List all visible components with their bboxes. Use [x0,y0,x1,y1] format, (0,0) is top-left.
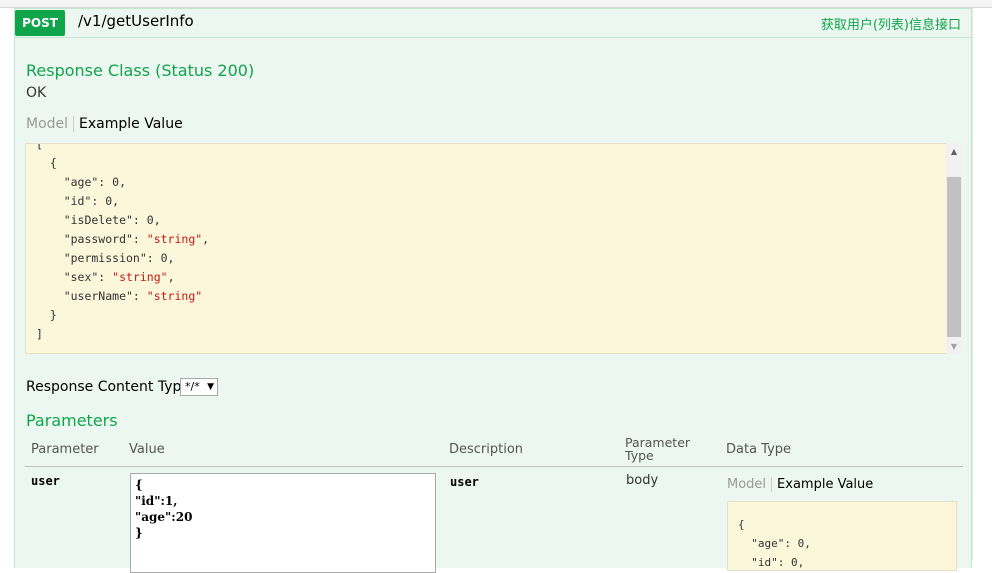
select-value: */* [185,380,200,393]
response-example-text: [ { "age": 0, "id": 0, "isDelete": 0, "p… [36,143,210,341]
scroll-thumb[interactable] [947,177,961,337]
data-type-example-text: { "age": 0, "id": 0, [738,518,811,569]
response-example-code: [ { "age": 0, "id": 0, "isDelete": 0, "p… [25,143,962,354]
chevron-down-icon: ▼ [207,382,214,392]
scroll-up-arrow-icon[interactable]: ▲ [946,143,962,159]
data-type-example-code[interactable]: { "age": 0, "id": 0, [727,501,957,571]
tab-model[interactable]: Model [727,477,773,492]
top-divider [0,0,992,8]
operation-header[interactable]: POST /v1/getUserInfo 获取用户(列表)信息接口 [15,9,971,38]
response-content-type-label: Response Content Type [26,379,190,395]
method-badge[interactable]: POST [15,10,65,36]
table-header-divider [25,466,963,467]
operation-summary[interactable]: 获取用户(列表)信息接口 [821,14,961,33]
col-header-data-type: Data Type [726,442,792,457]
col-header-value: Value [129,442,165,457]
right-divider [972,8,973,560]
operation-panel: POST /v1/getUserInfo 获取用户(列表)信息接口 Respon… [14,8,972,573]
response-model-tabs: Model Example Value [26,116,183,132]
tab-example-value[interactable]: Example Value [772,477,873,492]
tab-example-value[interactable]: Example Value [74,116,183,132]
param-type: body [626,473,659,488]
data-type-model-tabs: Model Example Value [727,477,873,492]
tab-model[interactable]: Model [26,116,75,132]
response-class-title: Response Class (Status 200) [26,61,255,80]
param-value-text: { "id":1, "age":20 } [135,478,193,540]
parameters-title: Parameters [26,411,118,430]
param-value-textarea[interactable]: { "id":1, "age":20 } [130,473,436,573]
response-content-type-select[interactable]: */* ▼ [180,378,218,396]
scroll-down-arrow-icon[interactable]: ▼ [946,338,962,354]
param-description: user [450,475,479,489]
response-status-text: OK [26,85,47,101]
param-name: user [31,474,60,488]
col-header-description: Description [449,442,524,457]
col-header-parameter-type: Parameter Type [625,435,691,463]
endpoint-path[interactable]: /v1/getUserInfo [78,12,194,30]
col-header-parameter: Parameter [31,442,99,457]
